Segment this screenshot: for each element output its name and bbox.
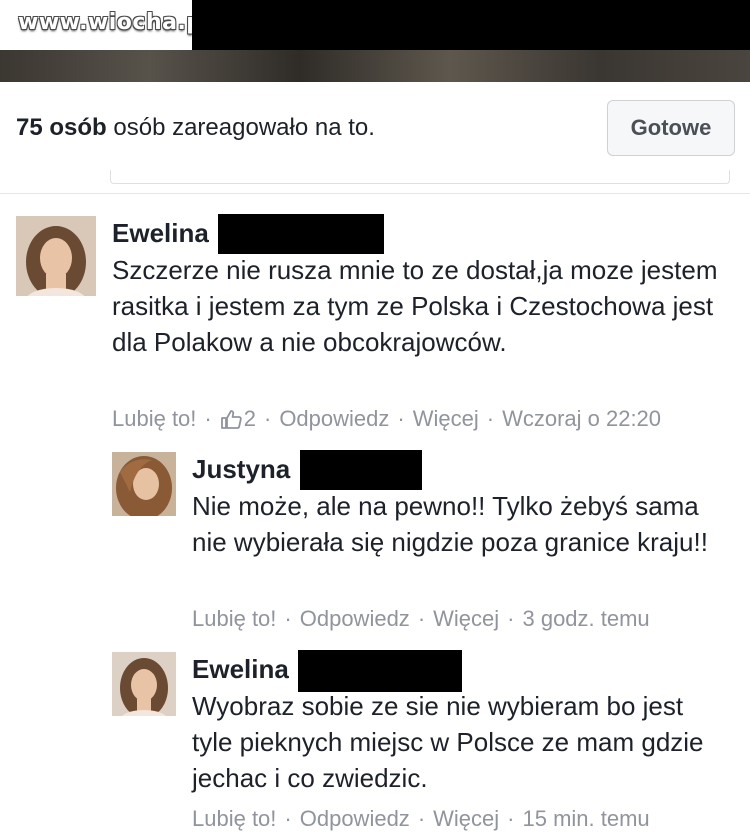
- reactions-summary: 75 osób osób zareagowało na to.: [16, 114, 375, 142]
- background-photo-strip: [0, 50, 750, 82]
- redaction-bar: [218, 214, 384, 254]
- comment-actions: Lubię to! · 2 · Odpowiedz · Więcej · Wczoraj o 2…: [112, 406, 662, 431]
- like-link[interactable]: Lubię to!: [192, 606, 276, 631]
- likes-count[interactable]: 2: [220, 406, 256, 431]
- divider: [0, 193, 750, 194]
- redaction-bar: [298, 650, 462, 692]
- redaction-bar-top: [192, 0, 750, 50]
- redaction-bar: [300, 450, 422, 490]
- comment-actions: Lubię to! · Odpowiedz · Więcej · 15 min. temu: [192, 806, 650, 831]
- comment-author[interactable]: Ewelina: [192, 654, 289, 685]
- like-link[interactable]: Lubię to!: [192, 806, 276, 831]
- done-button[interactable]: Gotowe: [607, 100, 735, 156]
- more-link[interactable]: Więcej: [433, 606, 499, 631]
- comment-time[interactable]: 3 godz. temu: [522, 606, 649, 631]
- reply-link[interactable]: Odpowiedz: [279, 406, 389, 431]
- comment-text: Szczerze nie rusza mnie to ze dostał,ja …: [112, 255, 718, 357]
- comment-time[interactable]: 15 min. temu: [522, 806, 649, 831]
- reply-link[interactable]: Odpowiedz: [300, 806, 410, 831]
- comment-actions: Lubię to! · Odpowiedz · Więcej · 3 godz. temu: [192, 606, 650, 631]
- avatar[interactable]: [112, 452, 176, 516]
- reactions-text: osób zareagowało na to.: [113, 114, 375, 141]
- like-link[interactable]: Lubię to!: [112, 406, 196, 431]
- reply-link[interactable]: Odpowiedz: [300, 606, 410, 631]
- reactions-count: 75 osób: [16, 114, 107, 141]
- comment-text: Wyobraz sobie ze sie nie wybieram bo jes…: [192, 691, 704, 793]
- more-link[interactable]: Więcej: [433, 806, 499, 831]
- more-link[interactable]: Więcej: [413, 406, 479, 431]
- comment-time[interactable]: Wczoraj o 22:20: [502, 406, 661, 431]
- comment-text: Nie może, ale na pewno!! Tylko żebyś sam…: [192, 491, 708, 557]
- comment-input-box[interactable]: [110, 170, 730, 184]
- watermark-logo: www.wiocha.pl: [18, 10, 211, 35]
- thumbs-up-icon: [220, 410, 242, 429]
- comment-author[interactable]: Justyna: [192, 454, 290, 485]
- comment-author[interactable]: Ewelina: [112, 218, 209, 249]
- avatar[interactable]: [112, 652, 176, 716]
- avatar[interactable]: [16, 216, 96, 296]
